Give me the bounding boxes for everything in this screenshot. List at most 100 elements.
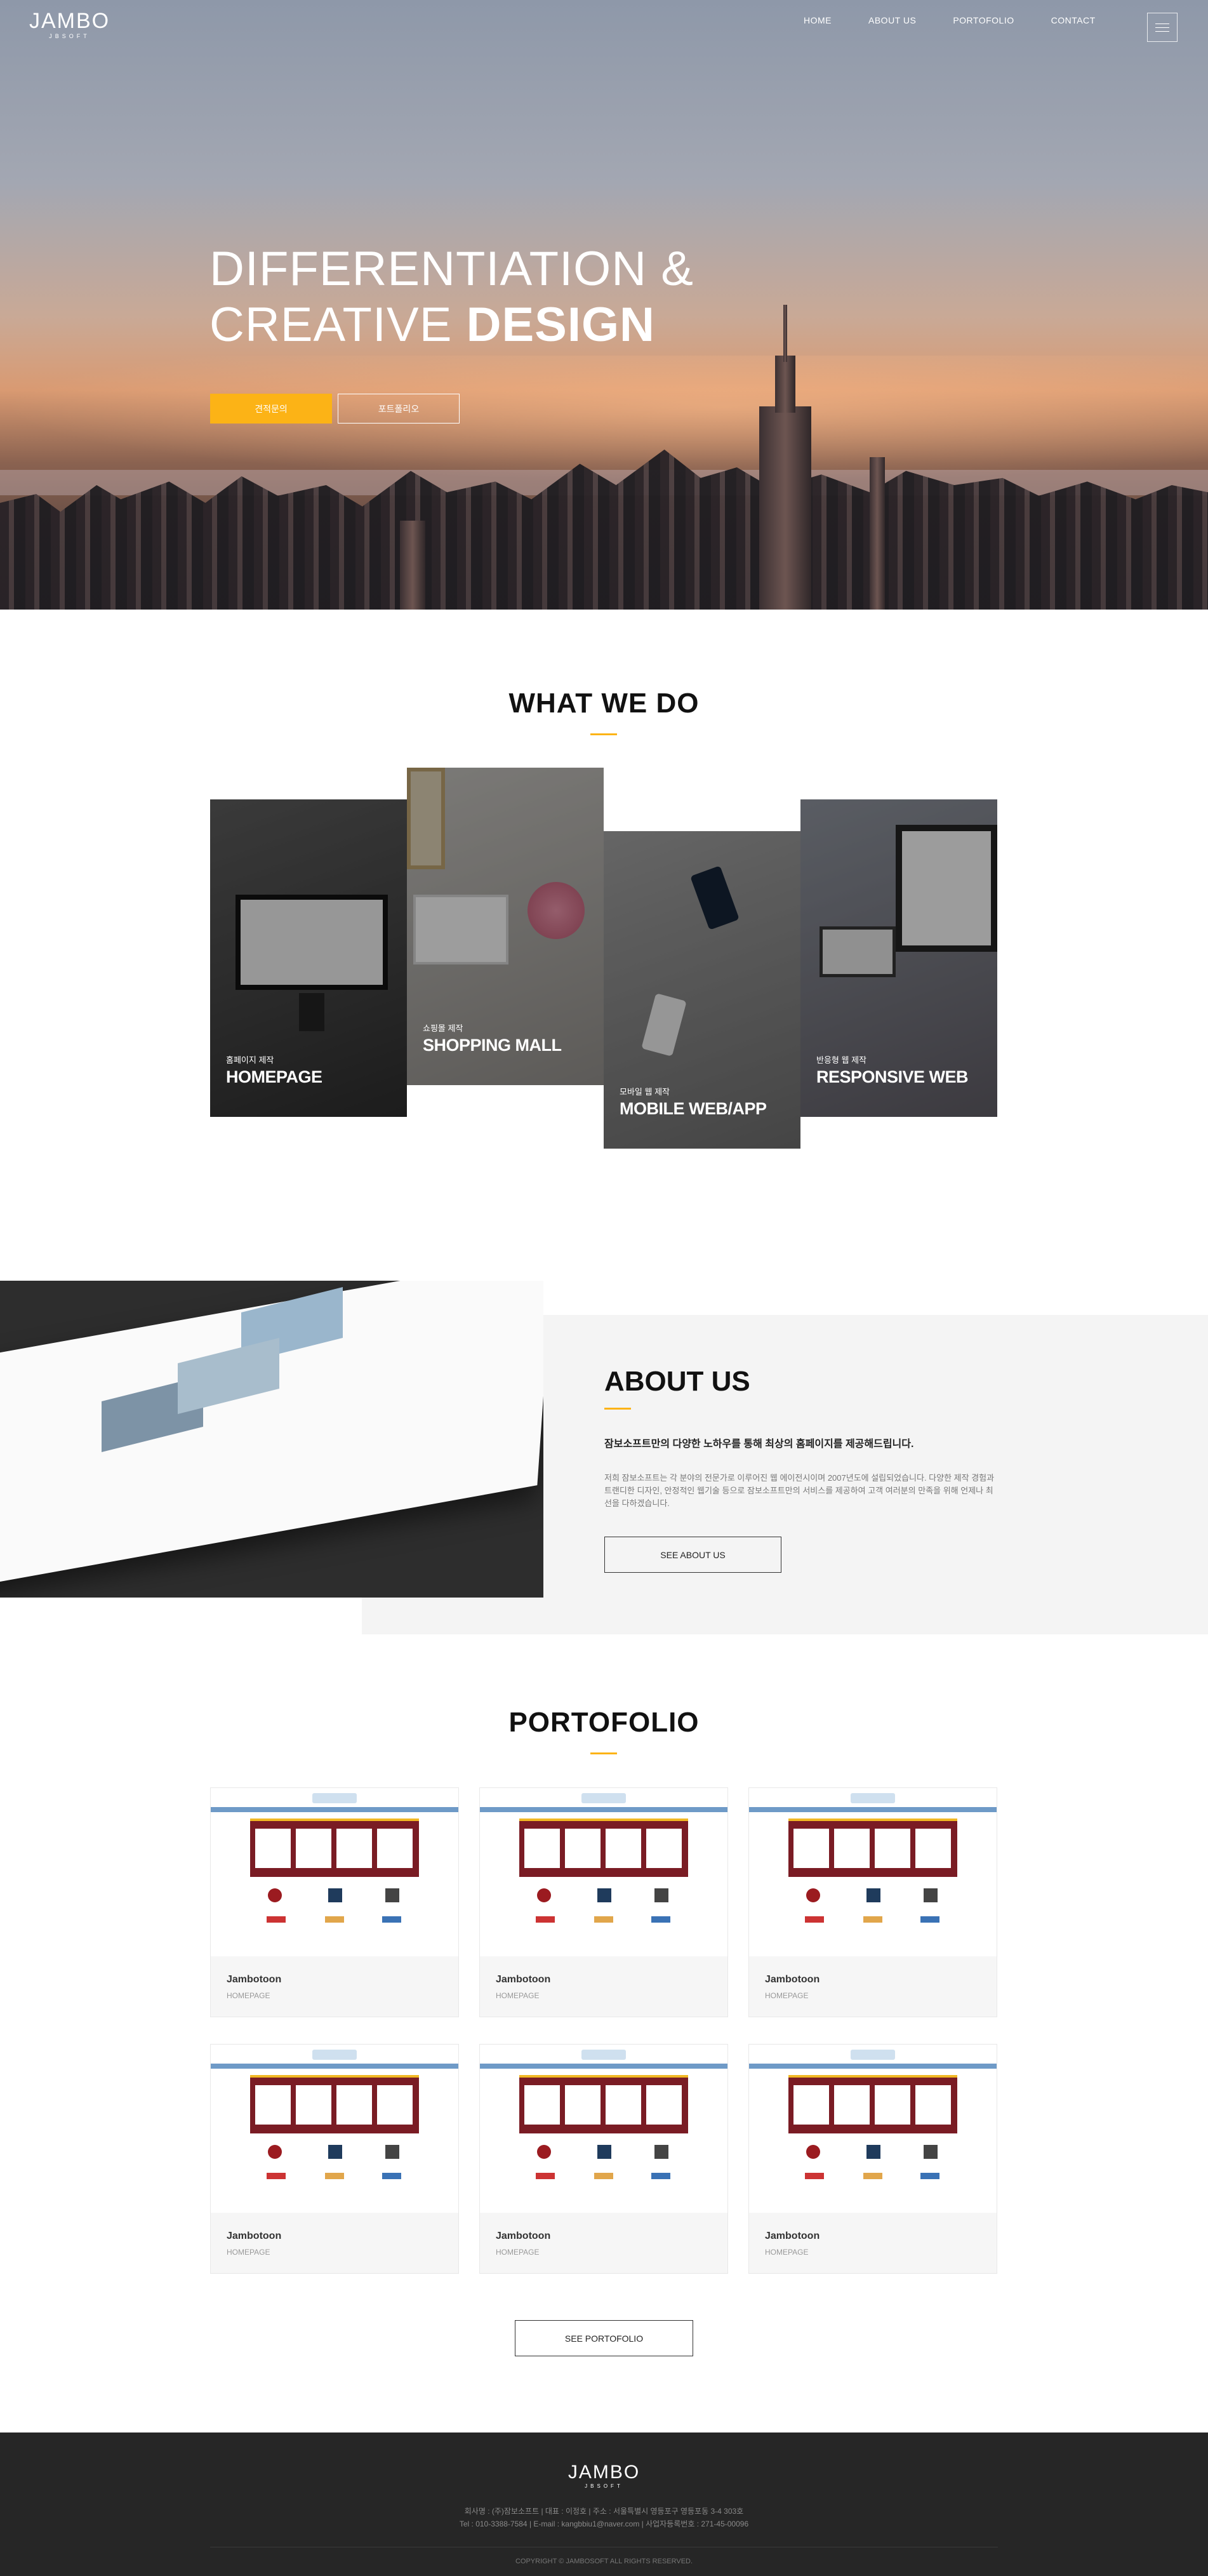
- thumb-icon-row: [531, 2145, 677, 2189]
- about-description: 저희 잠보소프트는 각 분야의 전문가로 이루어진 웹 에이전시이며 2007년…: [604, 1473, 995, 1508]
- portfolio-thumbnail: [480, 2045, 727, 2213]
- card-main-label: SHOPPING MALL: [423, 1036, 562, 1055]
- logo-text: JAMBO: [29, 9, 110, 33]
- portfolio-name: Jambotoon: [496, 1974, 551, 1985]
- card-sub-label: 모바일 웹 제작: [620, 1087, 670, 1097]
- portfolio-thumbnail: [211, 2045, 458, 2213]
- hero-section: JAMBO JBSOFT HOME ABOUT US PORTOFOLIO CO…: [0, 0, 1208, 610]
- portfolio-name: Jambotoon: [496, 2231, 551, 2241]
- portfolio-thumbnail: [749, 2045, 997, 2213]
- portfolio-meta: Jambotoon HOMEPAGE: [211, 1956, 458, 2017]
- nav-portofolio[interactable]: PORTOFOLIO: [953, 15, 1014, 25]
- card-sub-label: 쇼핑몰 제작: [423, 1024, 463, 1033]
- portfolio-name: Jambotoon: [227, 2231, 282, 2241]
- portfolio-category: HOMEPAGE: [765, 2248, 809, 2257]
- about-title: ABOUT US: [604, 1366, 750, 1397]
- thumb-icon-row: [531, 1888, 677, 1933]
- thumb-logo-icon: [851, 1793, 895, 1803]
- footer-logo[interactable]: JAMBO JBSOFT: [0, 2462, 1208, 2490]
- portfolio-category: HOMEPAGE: [227, 2248, 270, 2257]
- company-info: 회사명 : (주)잠보소프트 | 대표 : 이정호 | 주소 : 서울특별시 영…: [0, 2505, 1208, 2530]
- thumb-banner: [519, 2075, 688, 2133]
- card-homepage[interactable]: 홈페이지 제작 HOMEPAGE: [210, 799, 407, 1117]
- thumb-banner: [788, 2075, 957, 2133]
- thumb-logo-icon: [312, 1793, 357, 1803]
- thumb-banner: [250, 2075, 419, 2133]
- see-portfolio-button[interactable]: SEE PORTOFOLIO: [515, 2320, 693, 2356]
- hero-line-2-bold: DESIGN: [466, 298, 655, 352]
- portfolio-meta: Jambotoon HOMEPAGE: [480, 2213, 727, 2273]
- card-main-label: MOBILE WEB/APP: [620, 1099, 767, 1118]
- portfolio-meta: Jambotoon HOMEPAGE: [211, 2213, 458, 2273]
- about-underline: [604, 1408, 631, 1410]
- nav-contact[interactable]: CONTACT: [1051, 15, 1096, 25]
- portfolio-category: HOMEPAGE: [227, 1991, 270, 2000]
- portfolio-meta: Jambotoon HOMEPAGE: [749, 1956, 997, 2017]
- building-right: [870, 457, 885, 610]
- portfolio-title: PORTOFOLIO: [508, 1707, 700, 1738]
- logo-subtext: JBSOFT: [49, 33, 90, 39]
- thumb-banner: [250, 1819, 419, 1877]
- portfolio-category: HOMEPAGE: [496, 1991, 540, 2000]
- card-responsive-web[interactable]: 반응형 웹 제작 RESPONSIVE WEB: [800, 799, 997, 1117]
- thumb-icon-row: [262, 1888, 408, 1933]
- portfolio-name: Jambotoon: [227, 1974, 282, 1985]
- portfolio-category: HOMEPAGE: [496, 2248, 540, 2257]
- footer-logo-text: JAMBO: [567, 2462, 641, 2483]
- tower-antenna: [783, 305, 787, 362]
- nav-home[interactable]: HOME: [804, 15, 832, 25]
- nav-about-us[interactable]: ABOUT US: [868, 15, 916, 25]
- site-logo[interactable]: JAMBO JBSOFT: [29, 10, 110, 39]
- thumb-header-bar: [749, 2064, 997, 2069]
- portfolio-item[interactable]: Jambotoon HOMEPAGE: [479, 1787, 728, 2017]
- thumb-header-bar: [211, 2064, 458, 2069]
- thumb-logo-icon: [312, 2050, 357, 2060]
- portfolio-category: HOMEPAGE: [765, 1991, 809, 2000]
- portfolio-meta: Jambotoon HOMEPAGE: [480, 1956, 727, 2017]
- about-lead-text: 잠보소프트만의 다양한 노하우를 통해 최상의 홈페이지를 제공해드립니다.: [604, 1439, 914, 1450]
- empire-state-building: [759, 406, 811, 610]
- portfolio-underline: [590, 1752, 617, 1754]
- about-image: [0, 1281, 543, 1598]
- portfolio-thumbnail: [211, 1788, 458, 1956]
- thumb-banner: [788, 1819, 957, 1877]
- company-info-line-1: 회사명 : (주)잠보소프트 | 대표 : 이정호 | 주소 : 서울특별시 영…: [464, 2507, 744, 2516]
- thumb-icon-row: [800, 1888, 946, 1933]
- thumb-icon-row: [262, 2145, 408, 2189]
- see-about-us-button[interactable]: SEE ABOUT US: [604, 1537, 781, 1573]
- hero-line-2-light: CREATIVE: [209, 298, 467, 352]
- thumb-logo-icon: [581, 1793, 626, 1803]
- thumb-logo-icon: [851, 2050, 895, 2060]
- what-we-do-underline: [590, 733, 617, 735]
- portfolio-item[interactable]: Jambotoon HOMEPAGE: [748, 1787, 997, 2017]
- building-left: [400, 521, 425, 610]
- portfolio-button[interactable]: 포트폴리오: [338, 394, 460, 424]
- company-info-line-2: Tel : 010-3388-7584 | E-mail : kangbbiu1…: [459, 2519, 749, 2528]
- card-shopping-mall[interactable]: 쇼핑몰 제작 SHOPPING MALL: [407, 768, 604, 1085]
- footer-logo-subtext: JBSOFT: [585, 2483, 623, 2489]
- portfolio-name: Jambotoon: [765, 2231, 820, 2241]
- portfolio-item[interactable]: Jambotoon HOMEPAGE: [479, 2044, 728, 2274]
- card-sub-label: 반응형 웹 제작: [816, 1055, 866, 1065]
- card-mobile-web-app[interactable]: 모바일 웹 제작 MOBILE WEB/APP: [604, 831, 800, 1149]
- thumb-header-bar: [211, 1807, 458, 1812]
- thumb-logo-icon: [581, 2050, 626, 2060]
- thumb-header-bar: [480, 2064, 727, 2069]
- thumb-header-bar: [749, 1807, 997, 1812]
- tower-spire: [775, 356, 795, 413]
- quote-button[interactable]: 견적문의: [210, 394, 332, 424]
- portfolio-thumbnail: [749, 1788, 997, 1956]
- portfolio-name: Jambotoon: [765, 1974, 820, 1985]
- card-main-label: HOMEPAGE: [226, 1067, 322, 1086]
- hamburger-menu-icon[interactable]: [1147, 13, 1178, 42]
- thumb-header-bar: [480, 1807, 727, 1812]
- card-sub-label: 홈페이지 제작: [226, 1055, 274, 1065]
- portfolio-item[interactable]: Jambotoon HOMEPAGE: [210, 2044, 459, 2274]
- what-we-do-title: WHAT WE DO: [508, 688, 700, 719]
- main-nav: HOME ABOUT US PORTOFOLIO CONTACT: [804, 15, 1132, 25]
- portfolio-thumbnail: [480, 1788, 727, 1956]
- hero-line-1: DIFFERENTIATION &: [209, 242, 694, 296]
- portfolio-item[interactable]: Jambotoon HOMEPAGE: [210, 1787, 459, 2017]
- portfolio-item[interactable]: Jambotoon HOMEPAGE: [748, 2044, 997, 2274]
- copyright: COPYRIGHT © JAMBOSOFT ALL RIGHTS RESERVE…: [515, 2558, 693, 2565]
